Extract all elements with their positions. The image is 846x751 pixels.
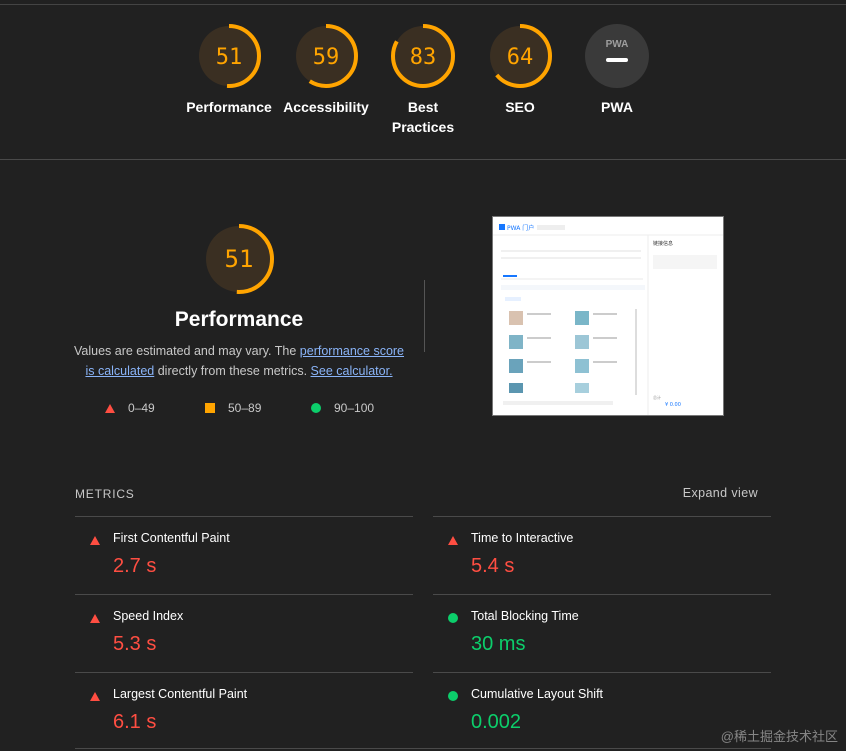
preview-total-label: 总计 (653, 394, 661, 400)
gauge-label: SEO (505, 99, 535, 115)
gauge-label: Accessibility (283, 99, 369, 115)
gauge-pwa[interactable]: PWA PWA (567, 22, 667, 117)
square-icon (205, 403, 215, 413)
metric-time-to-interactive: Time to Interactive 5.4 s (433, 516, 771, 594)
metrics-bottom-divider (75, 748, 771, 749)
gauge-score: 51 (216, 45, 243, 70)
watermark: @稀土掘金技术社区 (720, 729, 838, 744)
metric-speed-index: Speed Index 5.3 s (75, 594, 413, 672)
metric-largest-contentful-paint: Largest Contentful Paint 6.1 s (75, 672, 413, 750)
metric-name: Cumulative Layout Shift (471, 687, 604, 701)
preview-side-title: 链接信息 (653, 240, 673, 247)
score-gauge-icon: 51 (197, 24, 261, 88)
score-gauge-icon: 59 (294, 24, 358, 88)
desc-text: directly from these metrics. (154, 363, 311, 378)
category-summary: 51 Performance 59 Accessibility 83 Best … (0, 0, 846, 160)
gauge-best-practices[interactable]: 83 Best Practices (373, 22, 473, 137)
metric-value: 0.002 (471, 711, 522, 733)
performance-description: Values are estimated and may vary. The p… (72, 342, 406, 381)
pwa-badge-icon: PWA (585, 24, 649, 88)
metric-value: 6.1 s (113, 711, 157, 733)
circle-icon (448, 691, 458, 701)
performance-score: 51 (225, 245, 254, 273)
gauge-label: Performance (186, 99, 272, 115)
metric-name: Speed Index (113, 609, 184, 623)
metric-name: Time to Interactive (471, 531, 574, 545)
desc-text: Values are estimated and may vary. The (73, 344, 300, 358)
score-gauge-icon: 83 (391, 24, 455, 88)
gauge-label: PWA (601, 99, 633, 115)
metric-total-blocking-time: Total Blocking Time 30 ms (433, 594, 771, 672)
gauge-performance[interactable]: 51 Performance (179, 22, 279, 117)
gauge-score: 83 (410, 45, 437, 70)
expand-view-button[interactable]: Expand view (683, 486, 758, 500)
metric-first-contentful-paint: First Contentful Paint 2.7 s (75, 516, 413, 594)
gauge-seo[interactable]: 64 SEO (470, 22, 570, 117)
circle-icon (448, 613, 458, 623)
circle-icon (311, 403, 321, 413)
preview-brand: PWA 门户 (507, 224, 534, 232)
pwa-badge-text: PWA (606, 39, 629, 50)
triangle-icon (90, 692, 100, 701)
metric-value: 30 ms (471, 633, 526, 655)
metric-name: Total Blocking Time (471, 609, 579, 623)
legend-range: 50–89 (228, 401, 262, 415)
metric-value: 5.3 s (113, 633, 157, 655)
performance-gauge-icon: 51 (204, 224, 274, 294)
see-calculator-link[interactable]: See calculator. (311, 364, 393, 378)
performance-title: Performance (174, 308, 304, 331)
final-screenshot[interactable]: PWA 门户 链接信息 总计 ¥ 0.00 (492, 216, 724, 416)
vertical-divider (424, 280, 425, 352)
gauge-score: 59 (313, 45, 340, 70)
gauge-accessibility[interactable]: 59 Accessibility (276, 22, 376, 117)
triangle-icon (448, 536, 458, 545)
gauge-score: 64 (507, 45, 534, 70)
preview-amount: ¥ 0.00 (665, 402, 681, 408)
triangle-icon (105, 404, 115, 413)
metric-name: Largest Contentful Paint (113, 687, 248, 701)
metric-name: First Contentful Paint (113, 531, 230, 545)
page-preview: PWA 门户 链接信息 总计 ¥ 0.00 (493, 217, 723, 415)
legend-range: 90–100 (334, 401, 375, 415)
metric-value: 5.4 s (471, 555, 515, 577)
triangle-icon (90, 614, 100, 623)
metrics-heading: METRICS (75, 487, 135, 501)
legend-range: 0–49 (128, 401, 155, 415)
triangle-icon (90, 536, 100, 545)
metric-value: 2.7 s (113, 555, 157, 577)
score-gauge-icon: 64 (488, 24, 552, 88)
gauge-label: Best Practices (391, 99, 455, 135)
